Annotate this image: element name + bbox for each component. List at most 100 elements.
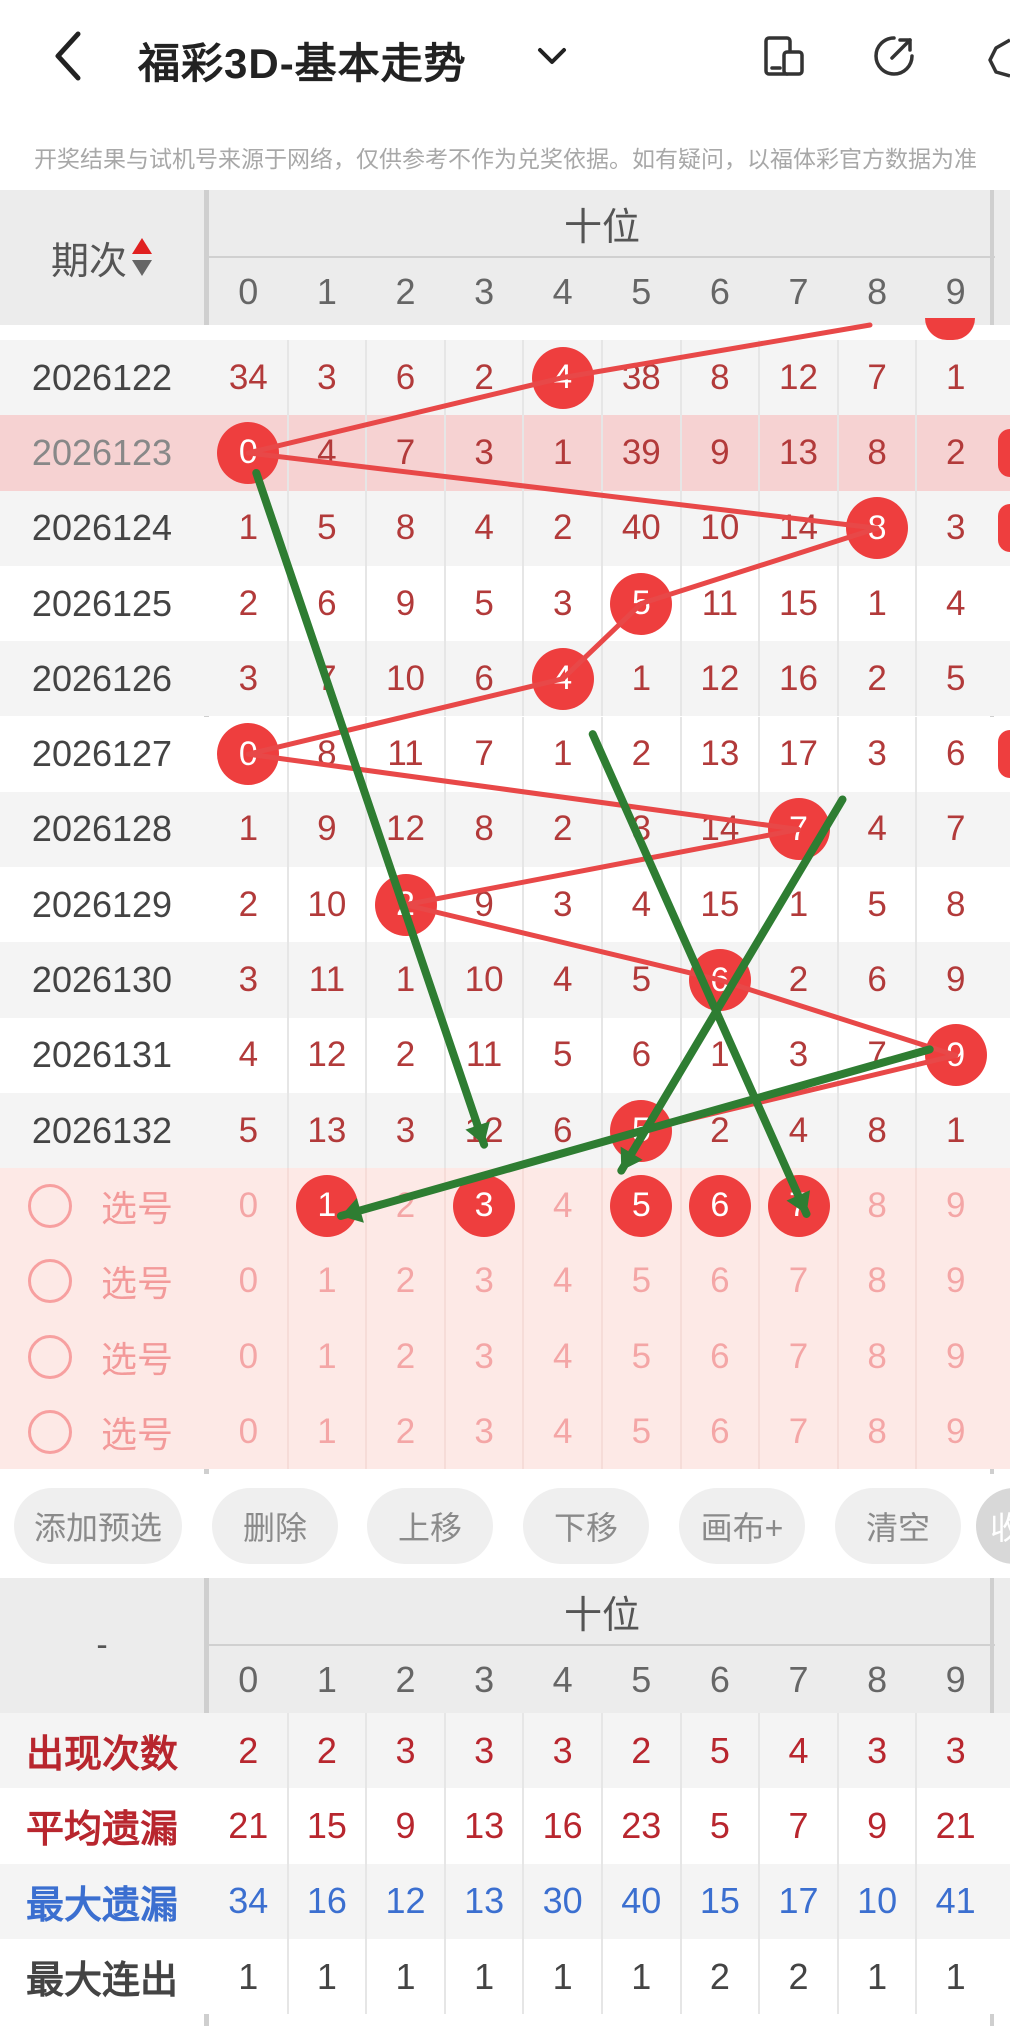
select-digit[interactable]: 8	[838, 1394, 917, 1469]
select-digit[interactable]: 2	[366, 1168, 445, 1243]
select-digit[interactable]: 6	[681, 1244, 760, 1319]
cell-divider	[601, 1093, 603, 1169]
select-digit[interactable]: 9	[916, 1168, 995, 1243]
stats-value-cell: 3	[552, 1729, 573, 1771]
select-digit[interactable]: 0	[209, 1244, 288, 1319]
miss-count-cell: 1	[788, 884, 809, 924]
stats-digit-header: 8	[867, 1658, 888, 1700]
settings-icon[interactable]	[982, 32, 1010, 80]
tablet-icon[interactable]	[760, 32, 808, 80]
select-digit[interactable]: 3	[445, 1319, 524, 1394]
select-digit[interactable]: 3	[445, 1244, 524, 1319]
miss-count-cell: 5	[945, 658, 966, 698]
miss-count-cell: 2	[945, 432, 966, 472]
select-digit[interactable]: 4	[523, 1319, 602, 1394]
cell-divider	[522, 1093, 525, 1169]
action-button[interactable]: 画布+	[679, 1488, 805, 1564]
select-label[interactable]: 选号	[92, 1244, 182, 1319]
digit-header: 5	[631, 270, 652, 312]
selected-digit-ball[interactable]: 5	[610, 1174, 673, 1237]
stats-value-cell: 5	[709, 1729, 730, 1771]
miss-count-cell: 5	[867, 884, 887, 924]
select-digit[interactable]: 2	[366, 1394, 445, 1469]
page-title[interactable]: 福彩3D-基本走势	[138, 30, 467, 91]
select-digit[interactable]: 3	[445, 1394, 524, 1469]
action-button[interactable]: 上移	[367, 1488, 493, 1564]
cell-divider	[286, 340, 289, 416]
action-button[interactable]: 清空	[835, 1488, 961, 1564]
period-header-label: 期次	[50, 241, 127, 283]
action-button[interactable]: 删除	[212, 1488, 338, 1564]
select-digit[interactable]: 5	[602, 1319, 681, 1394]
select-digit[interactable]: 8	[838, 1244, 917, 1319]
select-circle-icon[interactable]	[28, 1259, 72, 1304]
select-digit[interactable]: 6	[681, 1394, 760, 1469]
cell-divider	[365, 565, 368, 642]
select-digit[interactable]: 2	[366, 1319, 445, 1394]
select-digit[interactable]: 9	[916, 1244, 995, 1319]
select-circle-icon[interactable]	[28, 1334, 72, 1379]
miss-count-cell: 4	[867, 809, 887, 849]
cell-divider	[286, 1394, 289, 1470]
cell-divider	[365, 1168, 368, 1244]
miss-count-cell: 6	[867, 960, 887, 1000]
select-digit[interactable]: 7	[759, 1319, 838, 1394]
selected-digit-ball[interactable]: 3	[453, 1174, 516, 1237]
miss-count-cell: 8	[867, 1110, 887, 1150]
cell-divider	[679, 340, 682, 416]
sort-arrows-icon[interactable]	[131, 236, 153, 280]
cell-divider	[915, 641, 918, 717]
miss-count-cell: 6	[631, 1035, 652, 1075]
miss-count-cell: 2	[474, 357, 494, 397]
select-digit[interactable]: 0	[209, 1394, 288, 1469]
share-icon[interactable]	[870, 32, 918, 80]
chevron-down-icon[interactable]	[535, 36, 569, 76]
period-header[interactable]: 期次	[0, 190, 204, 325]
select-digit[interactable]: 7	[759, 1394, 838, 1469]
select-digit[interactable]: 1	[288, 1319, 367, 1394]
cell-divider	[758, 1243, 761, 1319]
select-digit[interactable]: 4	[523, 1168, 602, 1243]
select-digit[interactable]: 4	[523, 1244, 602, 1319]
select-circle-icon[interactable]	[28, 1409, 72, 1454]
cell-divider	[836, 1017, 839, 1093]
select-digit[interactable]: 9	[916, 1394, 995, 1469]
select-digit[interactable]: 5	[602, 1244, 681, 1319]
cell-divider	[522, 415, 525, 491]
cell-divider	[365, 942, 368, 1018]
miss-count-cell: 13	[779, 432, 818, 472]
select-digit[interactable]: 8	[838, 1319, 917, 1394]
select-digit[interactable]: 2	[366, 1244, 445, 1319]
select-label[interactable]: 选号	[92, 1319, 182, 1394]
select-digit[interactable]: 0	[209, 1168, 288, 1243]
select-digit[interactable]: 9	[916, 1319, 995, 1394]
stats-value-cell: 15	[699, 1880, 740, 1922]
select-digit[interactable]: 6	[681, 1319, 760, 1394]
select-label[interactable]: 选号	[92, 1394, 182, 1469]
select-label[interactable]: 选号	[92, 1168, 182, 1243]
action-button[interactable]: 添加预选	[14, 1488, 182, 1564]
select-digit[interactable]: 4	[523, 1394, 602, 1469]
cell-divider	[365, 1243, 368, 1319]
miss-count-cell: 4	[238, 1035, 259, 1075]
selected-digit-ball[interactable]: 7	[767, 1174, 830, 1237]
select-digit[interactable]: 1	[288, 1394, 367, 1469]
cell-divider	[365, 1713, 368, 1789]
back-arrow-icon[interactable]	[50, 26, 90, 86]
select-digit[interactable]: 7	[759, 1244, 838, 1319]
select-digit[interactable]: 0	[209, 1319, 288, 1394]
select-digit[interactable]: 1	[288, 1244, 367, 1319]
cell-divider	[679, 415, 682, 491]
select-circle-icon[interactable]	[28, 1183, 72, 1228]
stats-digit-header: 2	[395, 1658, 416, 1700]
cell-divider	[679, 791, 682, 868]
selected-digit-ball[interactable]: 1	[295, 1174, 358, 1237]
select-digit[interactable]: 8	[838, 1168, 917, 1243]
cell-divider	[365, 1394, 368, 1470]
cell-divider	[522, 1788, 525, 1864]
select-digit[interactable]: 5	[602, 1394, 681, 1469]
action-button[interactable]: 下移	[523, 1488, 649, 1564]
selected-digit-ball[interactable]: 6	[688, 1174, 751, 1237]
cell-divider	[601, 1243, 603, 1319]
cell-divider	[679, 1713, 682, 1789]
